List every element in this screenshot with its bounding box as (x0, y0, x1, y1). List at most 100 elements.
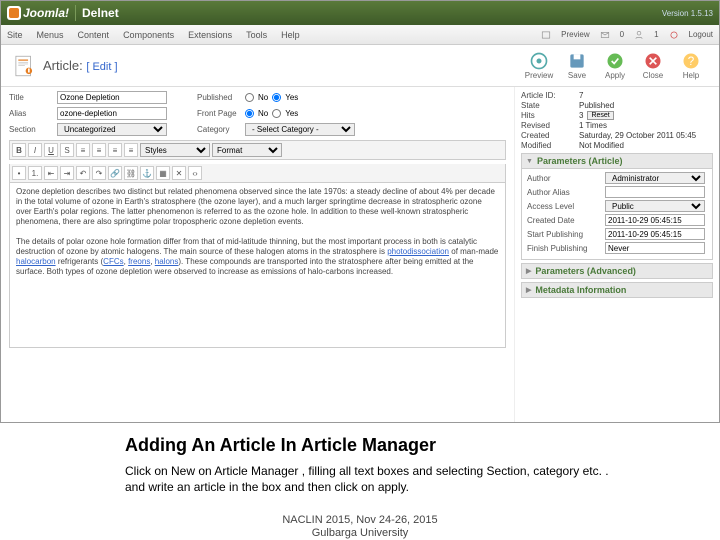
bullet-list-button[interactable]: • (12, 166, 26, 180)
align-right-button[interactable]: ≡ (108, 143, 122, 157)
section-select[interactable]: Uncategorized (57, 123, 167, 136)
article-paragraph: The details of polar ozone hole formatio… (16, 237, 499, 277)
outdent-button[interactable]: ⇤ (44, 166, 58, 180)
chevron-right-icon: ▶ (526, 286, 531, 294)
menu-tools[interactable]: Tools (246, 30, 267, 40)
startpub-label: Start Publishing (527, 230, 605, 239)
hits-label: Hits (521, 111, 579, 120)
menu-menus[interactable]: Menus (37, 30, 64, 40)
createddate-label: Created Date (527, 216, 605, 225)
menu-extensions[interactable]: Extensions (188, 30, 232, 40)
access-select[interactable]: Public (605, 200, 705, 212)
frontpage-yes[interactable] (272, 109, 281, 118)
number-list-button[interactable]: 1. (28, 166, 42, 180)
anchor-button[interactable]: ⚓ (140, 166, 154, 180)
sidebar: Article ID:7 StatePublished Hits3Reset R… (514, 87, 719, 422)
editor-toolbar-2: • 1. ⇤ ⇥ ↶ ↷ 🔗 ⛓ ⚓ ▦ ✕ ‹› (9, 164, 506, 183)
articleid-label: Article ID: (521, 91, 579, 100)
bold-button[interactable]: B (12, 143, 26, 157)
params-article-body: AuthorAdministrator Author Alias Access … (521, 169, 713, 260)
article-paragraph: Ozone depletion describes two distinct b… (16, 187, 499, 227)
italic-button[interactable]: I (28, 143, 42, 157)
revised-label: Revised (521, 121, 579, 130)
metadata-info-header[interactable]: ▶Metadata Information (521, 282, 713, 298)
menu-components[interactable]: Components (123, 30, 174, 40)
unlink-button[interactable]: ⛓ (124, 166, 138, 180)
image-button[interactable]: ▦ (156, 166, 170, 180)
align-justify-button[interactable]: ≡ (124, 143, 138, 157)
created-label: Created (521, 131, 579, 140)
align-center-button[interactable]: ≡ (92, 143, 106, 157)
align-left-button[interactable]: ≡ (76, 143, 90, 157)
preview-icon (541, 30, 551, 40)
category-select[interactable]: - Select Category - (245, 123, 355, 136)
site-name: Delnet (82, 6, 119, 20)
author-alias-label: Author Alias (527, 188, 605, 197)
mail-icon (600, 30, 610, 40)
author-alias-input[interactable] (605, 186, 705, 198)
params-advanced-header[interactable]: ▶Parameters (Advanced) (521, 263, 713, 279)
published-label: Published (197, 93, 239, 102)
finishpub-label: Finish Publishing (527, 244, 605, 253)
cleanup-button[interactable]: ✕ (172, 166, 186, 180)
state-value: Published (579, 101, 614, 110)
alias-label: Alias (9, 109, 51, 118)
slide-title: Adding An Article In Article Manager (125, 435, 720, 456)
published-no[interactable] (245, 93, 254, 102)
frontpage-no[interactable] (245, 109, 254, 118)
preview-button[interactable]: Preview (521, 51, 557, 80)
svg-text:?: ? (688, 55, 695, 68)
logout-link[interactable]: Logout (689, 30, 713, 39)
editor-pane: Title Published NoYes Alias Front Page N… (1, 87, 514, 422)
created-value: Saturday, 29 October 2011 05:45 (579, 131, 696, 140)
title-input[interactable] (57, 91, 167, 104)
styles-select[interactable]: Styles (140, 143, 210, 157)
editor-textarea[interactable]: Ozone depletion describes two distinct b… (9, 183, 506, 348)
link-cfcs[interactable]: CFCs (103, 257, 123, 266)
link-halons[interactable]: halons (155, 257, 179, 266)
title-label: Title (9, 93, 51, 102)
undo-button[interactable]: ↶ (76, 166, 90, 180)
published-yes[interactable] (272, 93, 281, 102)
menu-site[interactable]: Site (7, 30, 23, 40)
params-article-header[interactable]: ▼Parameters (Article) (521, 153, 713, 169)
link-halocarbon[interactable]: halocarbon (16, 257, 56, 266)
access-label: Access Level (527, 202, 605, 211)
createddate-input[interactable] (605, 214, 705, 226)
format-select[interactable]: Format (212, 143, 282, 157)
alias-input[interactable] (57, 107, 167, 120)
reset-hits-button[interactable]: Reset (587, 111, 613, 120)
articleid-value: 7 (579, 91, 583, 100)
startpub-input[interactable] (605, 228, 705, 240)
link-photodissociation[interactable]: photodissociation (387, 247, 449, 256)
revised-value: 1 Times (579, 121, 607, 130)
users-count[interactable]: 1 (654, 30, 658, 39)
preview-link[interactable]: Preview (561, 30, 589, 39)
version-text: Version 1.5.13 (662, 9, 713, 18)
link-button[interactable]: 🔗 (108, 166, 122, 180)
section-label: Section (9, 125, 51, 134)
help-button[interactable]: ?Help (673, 51, 709, 80)
finishpub-input[interactable] (605, 242, 705, 254)
apply-button[interactable]: Apply (597, 51, 633, 80)
save-button[interactable]: Save (559, 51, 595, 80)
joomla-admin-window: Joomla! Delnet Version 1.5.13 Site Menus… (0, 0, 720, 423)
menu-content[interactable]: Content (78, 30, 110, 40)
topbar: Joomla! Delnet Version 1.5.13 (1, 1, 719, 25)
author-select[interactable]: Administrator (605, 172, 705, 184)
state-label: State (521, 101, 579, 110)
link-freons[interactable]: freons (128, 257, 150, 266)
joomla-logo: Joomla! (7, 6, 69, 20)
html-button[interactable]: ‹› (188, 166, 202, 180)
underline-button[interactable]: U (44, 143, 58, 157)
joomla-icon (7, 6, 21, 20)
menu-help[interactable]: Help (281, 30, 300, 40)
messages-count[interactable]: 0 (620, 30, 624, 39)
strike-button[interactable]: S (60, 143, 74, 157)
modified-label: Modified (521, 141, 579, 150)
indent-button[interactable]: ⇥ (60, 166, 74, 180)
chevron-down-icon: ▼ (526, 158, 533, 165)
page-title: Article: [ Edit ] (43, 58, 118, 73)
close-button[interactable]: Close (635, 51, 671, 80)
redo-button[interactable]: ↷ (92, 166, 106, 180)
